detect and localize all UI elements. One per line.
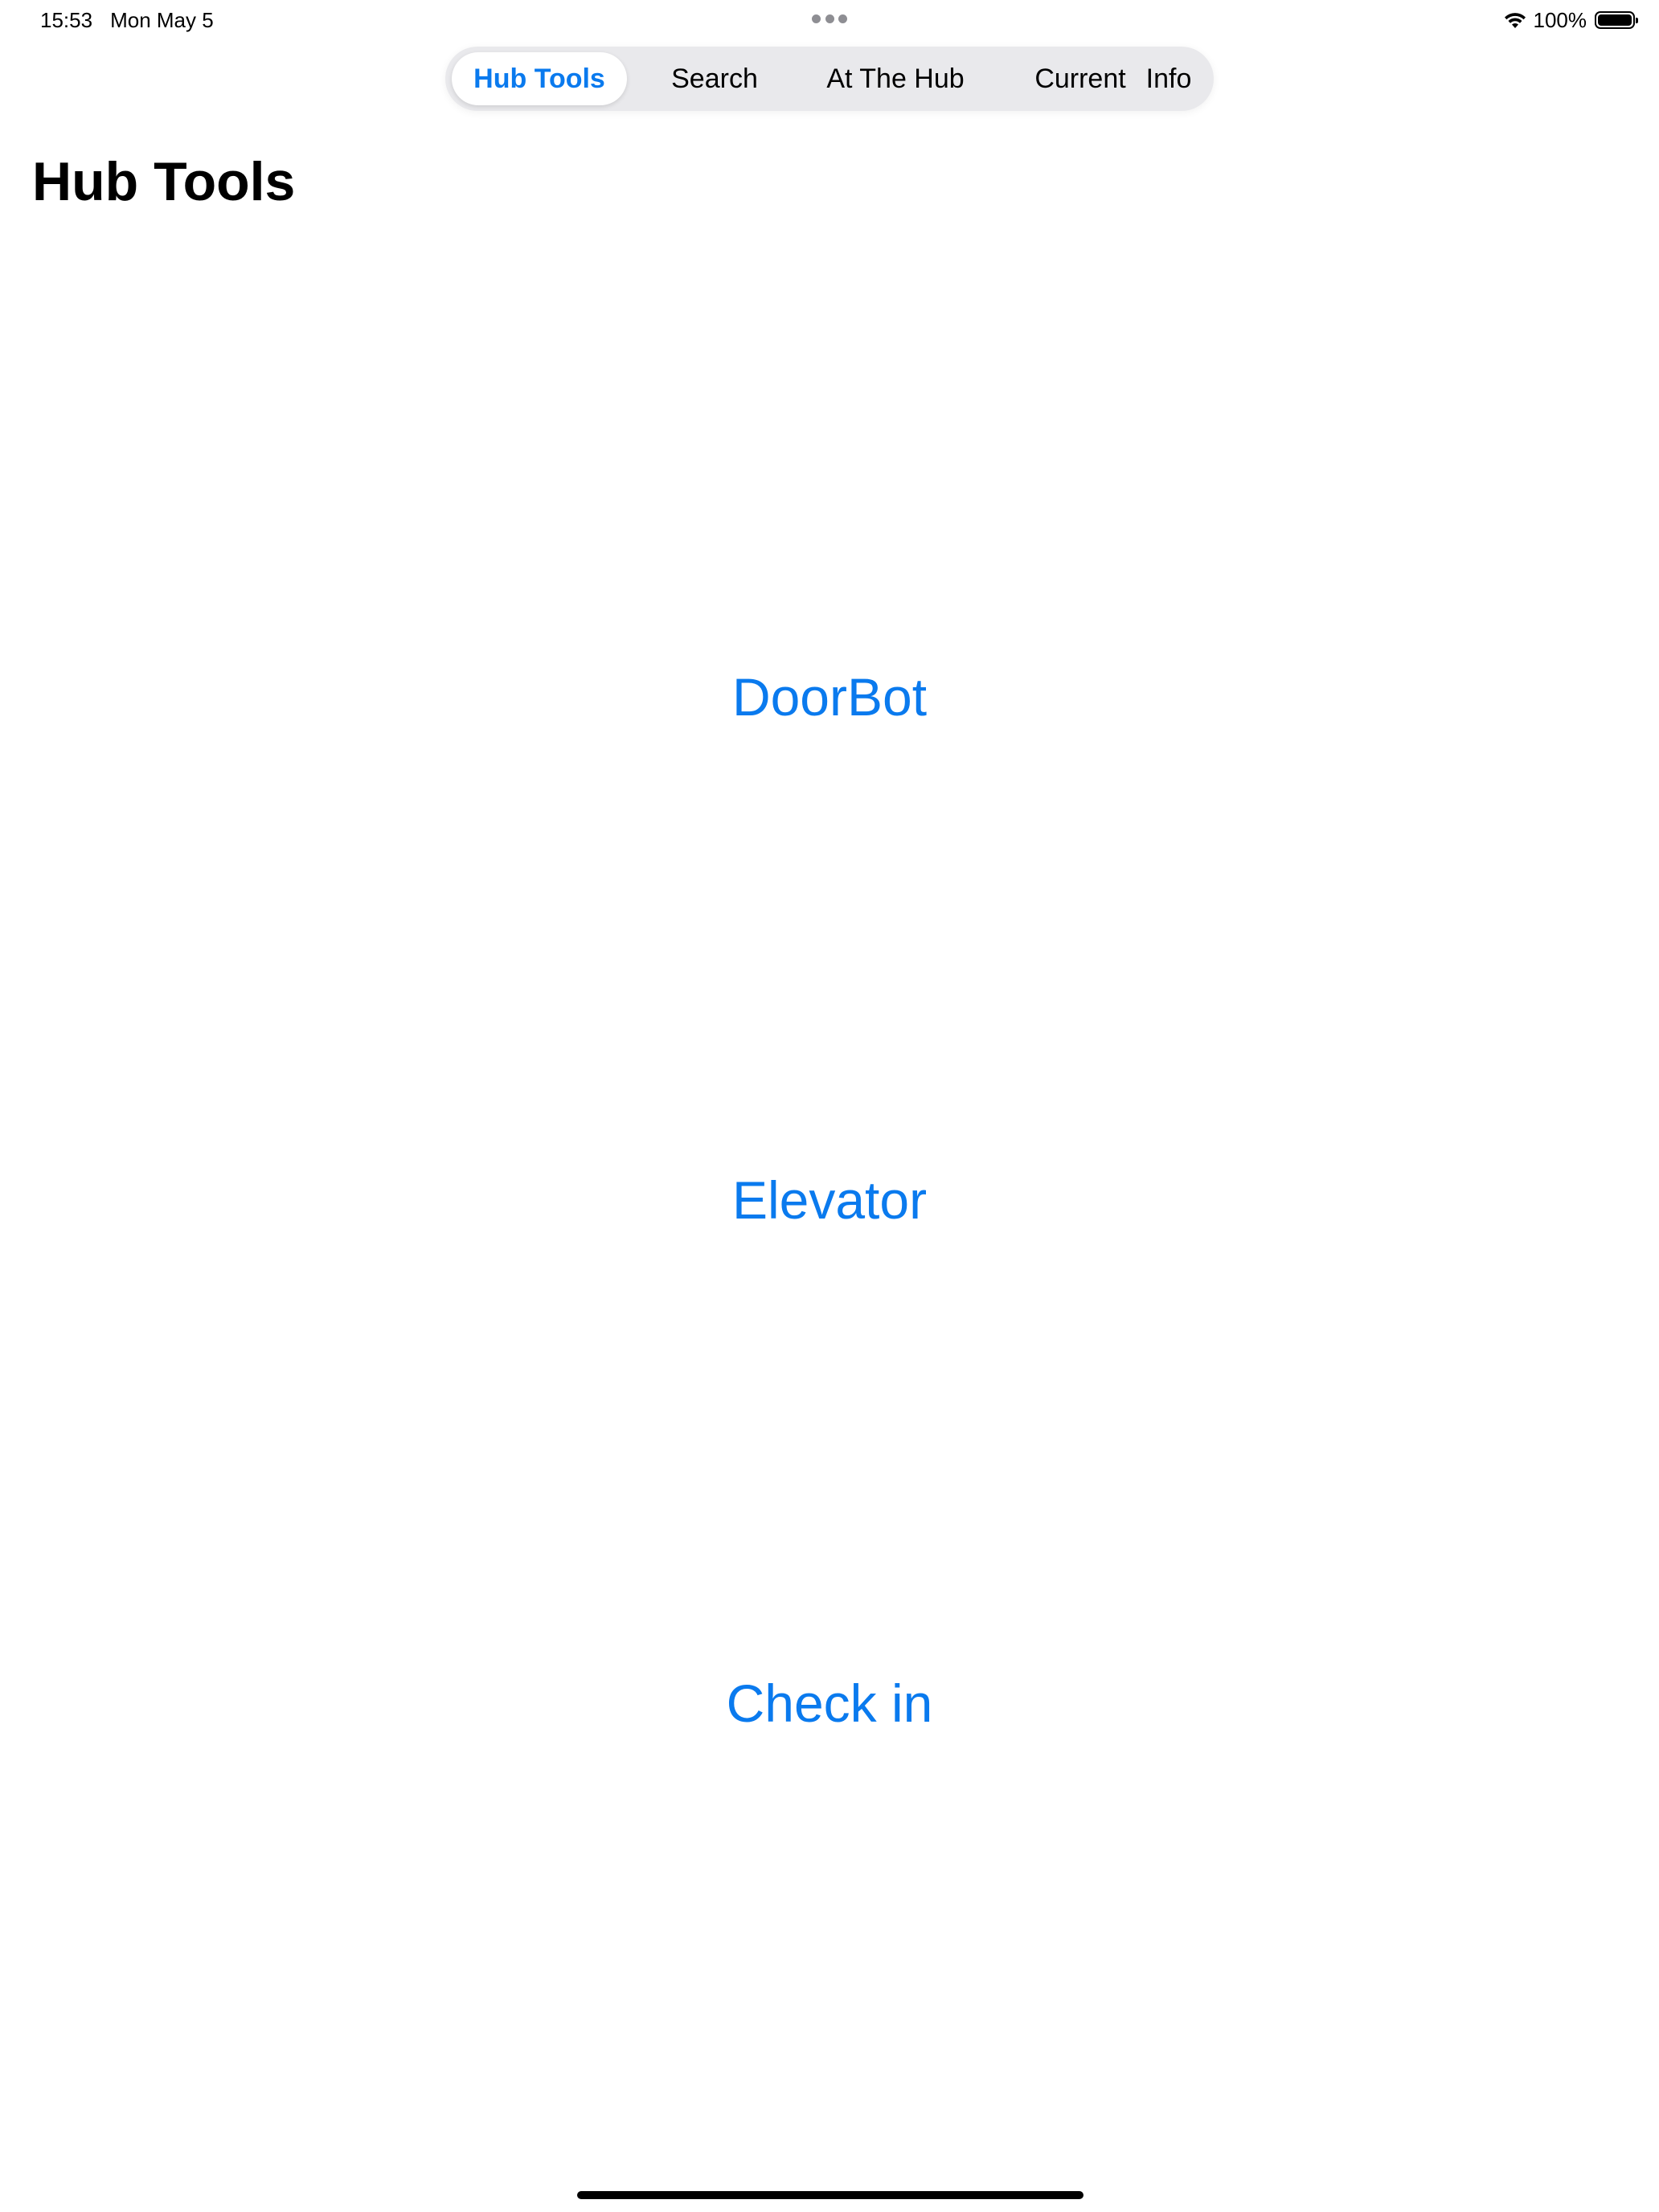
battery-fill: [1598, 14, 1632, 26]
app-screen: 15:53 Mon May 5 100% Hub Tools Search At…: [0, 0, 1659, 2212]
top-tab-bar: Hub Tools Search At The Hub Current Info: [445, 47, 1214, 111]
wifi-icon: [1504, 13, 1526, 28]
check-in-button[interactable]: Check in: [0, 1667, 1659, 1739]
status-time: 15:53: [40, 7, 93, 32]
battery-nub: [1636, 18, 1638, 23]
tab-info[interactable]: Info: [1129, 52, 1209, 105]
page-title: Hub Tools: [32, 151, 296, 212]
dot: [838, 14, 847, 23]
home-indicator[interactable]: [577, 2191, 1083, 2199]
tab-search[interactable]: Search: [638, 52, 791, 105]
tab-hub-tools[interactable]: Hub Tools: [452, 52, 627, 105]
elevator-button[interactable]: Elevator: [0, 1164, 1659, 1236]
dot: [812, 14, 821, 23]
doorbot-button[interactable]: DoorBot: [0, 661, 1659, 733]
dot: [825, 14, 834, 23]
status-bar-left: 15:53 Mon May 5: [40, 6, 214, 34]
battery-percent: 100%: [1533, 7, 1587, 32]
more-dots-icon[interactable]: [812, 13, 847, 24]
status-date: Mon May 5: [110, 7, 214, 32]
status-bar-right: 100%: [1503, 6, 1638, 34]
tab-at-the-hub[interactable]: At The Hub: [799, 52, 992, 105]
battery-full-icon: [1595, 11, 1638, 29]
